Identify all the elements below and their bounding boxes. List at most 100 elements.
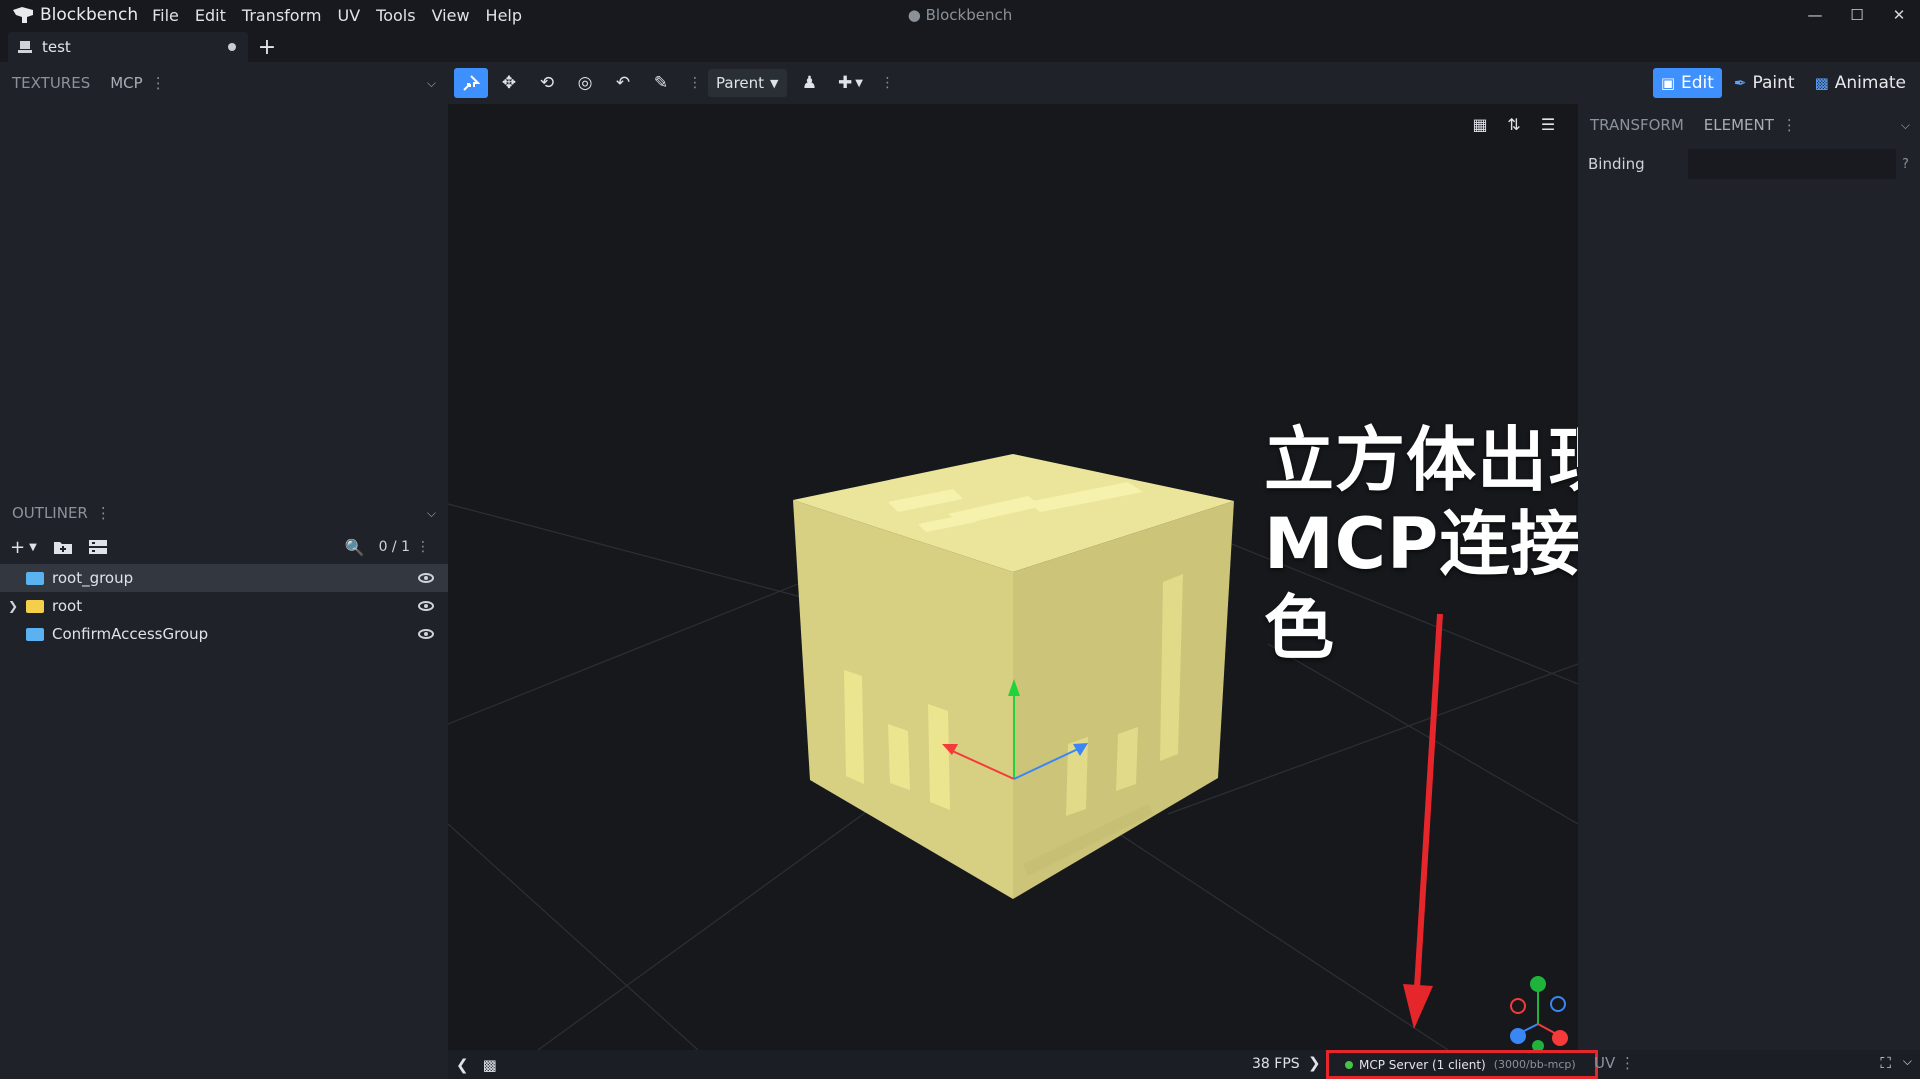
new-tab-button[interactable]: +	[252, 32, 282, 62]
binding-row: Binding ?	[1578, 148, 1920, 180]
add-element-button[interactable]: + ▼	[10, 537, 37, 558]
binding-label: Binding	[1588, 155, 1645, 173]
title-bar: Blockbench File Edit Transform UV Tools …	[0, 0, 1920, 30]
outliner-menu-icon[interactable]: ⋮	[96, 504, 111, 522]
project-icon: ▩	[482, 1055, 497, 1074]
blockbench-logo-icon	[13, 7, 33, 23]
rotate-tool-button[interactable]: ⟲	[530, 68, 564, 98]
mode-switcher: ▣ Edit ✒ Paint ▩ Animate	[1649, 68, 1914, 98]
hamburger-menu-icon[interactable]: ☰	[1534, 110, 1562, 138]
collapse-all-button[interactable]	[88, 539, 107, 555]
element-panel-header: TRANSFORM ELEMENT ⋮ ⌵	[1578, 104, 1920, 146]
sort-icon[interactable]: ⇅	[1500, 110, 1528, 138]
outliner-collapse-icon[interactable]: ⌵	[427, 506, 436, 521]
outliner-header: OUTLINER ⋮ ⌵	[0, 498, 448, 528]
fullscreen-icon[interactable]: ⛶	[1880, 1054, 1891, 1072]
uv-label-text: UV	[1594, 1054, 1616, 1072]
transform-space-select[interactable]: Parent ▼	[708, 69, 787, 97]
tab-textures[interactable]: TEXTURES	[12, 74, 90, 92]
menu-edit[interactable]: Edit	[195, 6, 226, 25]
outliner-item-label: root	[52, 597, 83, 615]
outliner-tree: root_group ❯ root ConfirmAccessGroup	[0, 564, 448, 648]
menu-help[interactable]: Help	[486, 6, 522, 25]
outliner-item-root[interactable]: ❯ root	[0, 592, 448, 620]
brand: Blockbench	[0, 5, 138, 25]
mode-paint[interactable]: ✒ Paint	[1726, 68, 1803, 98]
menu-view[interactable]: View	[432, 6, 470, 25]
outliner-item-root-group[interactable]: root_group	[0, 564, 448, 592]
menu-uv[interactable]: UV	[337, 6, 360, 25]
outliner-item-label: ConfirmAccessGroup	[52, 625, 209, 643]
close-window-button[interactable]: ✕	[1878, 0, 1920, 30]
count-menu-icon[interactable]: ⋮	[416, 539, 430, 555]
mode-edit[interactable]: ▣ Edit	[1652, 68, 1722, 98]
tab-transform[interactable]: TRANSFORM	[1590, 116, 1684, 134]
chevron-down-icon[interactable]: ⌵	[1901, 118, 1910, 133]
minimize-button[interactable]: —	[1794, 0, 1836, 30]
toolbar-more-icon[interactable]: ⋮	[881, 75, 895, 91]
textures-panel-header: TEXTURES MCP ⋮ ⌵	[0, 62, 448, 104]
mcp-path: (3000/bb-mcp)	[1493, 1058, 1576, 1071]
visibility-eye-icon[interactable]	[418, 573, 434, 583]
chevron-left-icon[interactable]: ❮	[456, 1056, 469, 1074]
tab-test[interactable]: test	[8, 32, 248, 62]
uv-menu-icon[interactable]: ⋮	[1620, 1054, 1635, 1072]
menu-tools[interactable]: Tools	[376, 6, 415, 25]
folder-icon	[26, 571, 44, 585]
binding-input[interactable]	[1688, 149, 1896, 179]
panel-menu-icon[interactable]: ⋮	[1782, 116, 1797, 134]
project-icon	[18, 41, 32, 53]
cube-model	[793, 454, 1234, 899]
folder-plus-icon	[53, 542, 72, 554]
vertex-snap-button[interactable]: ↶	[606, 68, 640, 98]
menu-transform[interactable]: Transform	[242, 6, 322, 25]
move-tool-button[interactable]	[454, 68, 488, 98]
maximize-button[interactable]: ☐	[1836, 0, 1878, 30]
chevron-right-icon[interactable]: ❯	[1308, 1054, 1321, 1072]
main-toolbar: ✥ ⟲ ◎ ↶ ✎ ⋮ Parent ▼ ♟ ✚ ▼ ⋮ ▣ Edit ✒ Pai…	[448, 62, 1920, 104]
element-count: 0 / 1	[378, 539, 410, 555]
brush-icon: ✒	[1733, 74, 1747, 92]
status-dot-icon	[1345, 1060, 1353, 1069]
chevron-down-icon[interactable]: ⌵	[1903, 1054, 1912, 1072]
panel-menu-icon[interactable]: ⋮	[151, 74, 166, 92]
film-icon: ▩	[1814, 74, 1829, 92]
mirror-tool-button[interactable]: ✚ ▼	[831, 68, 871, 98]
visibility-eye-icon[interactable]	[418, 601, 434, 611]
pivot-tool-button[interactable]: ◎	[568, 68, 602, 98]
toolbar-menu-icon[interactable]: ⋮	[688, 75, 702, 91]
mcp-status-indicator[interactable]: MCP Server (1 client) (3000/bb-mcp)	[1326, 1050, 1598, 1079]
move-tool-icon	[463, 75, 481, 91]
mode-animate[interactable]: ▩ Animate	[1807, 68, 1914, 98]
textures-area	[0, 104, 448, 564]
fps-counter: 38 FPS	[1252, 1056, 1300, 1072]
player-pose-button[interactable]: ♟	[793, 68, 827, 98]
mode-label: Animate	[1834, 73, 1906, 93]
window-controls: — ☐ ✕	[1794, 0, 1920, 30]
tab-element[interactable]: ELEMENT	[1704, 116, 1774, 134]
menu-file[interactable]: File	[152, 6, 179, 25]
help-icon[interactable]: ?	[1902, 157, 1909, 172]
status-left: ❮ ▩	[448, 1056, 497, 1074]
menu-bar: File Edit Transform UV Tools View Help	[152, 6, 538, 25]
mode-label: Edit	[1681, 73, 1714, 93]
visibility-eye-icon[interactable]	[418, 629, 434, 639]
chevron-down-icon[interactable]: ⌵	[427, 76, 436, 91]
list-icon	[88, 540, 107, 554]
add-group-button[interactable]	[53, 539, 73, 555]
outliner-item-confirm-access-group[interactable]: ConfirmAccessGroup	[0, 620, 448, 648]
unsaved-dot-icon[interactable]	[228, 43, 236, 51]
tab-mcp[interactable]: MCP	[110, 74, 142, 92]
screenshot-icon[interactable]: ▦	[1466, 110, 1494, 138]
status-right: ⛶ ⌵	[1868, 1054, 1912, 1072]
search-icon[interactable]: 🔍	[345, 538, 365, 557]
folder-icon	[26, 599, 44, 613]
translate-tool-button[interactable]: ✥	[492, 68, 526, 98]
axis-widget	[1510, 976, 1568, 1050]
chevron-right-icon[interactable]: ❯	[8, 599, 22, 613]
mode-label: Paint	[1752, 73, 1795, 93]
tab-label: test	[42, 38, 71, 56]
paint-tool-button[interactable]: ✎	[644, 68, 678, 98]
folder-icon	[26, 627, 44, 641]
viewport-toolbar: ▦ ⇅ ☰	[1460, 110, 1562, 138]
